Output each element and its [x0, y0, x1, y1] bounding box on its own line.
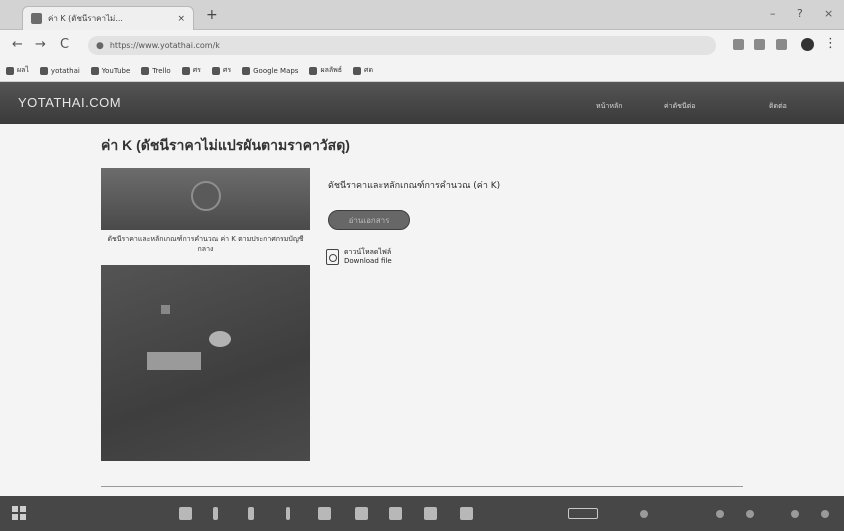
- banner-image: [101, 168, 310, 230]
- maps-icon: [242, 66, 251, 75]
- tab-title: ค่า K (ดัชนีราคาไม่...: [48, 14, 123, 23]
- tab-close-icon[interactable]: ×: [177, 14, 185, 24]
- extensions-icon[interactable]: [776, 39, 787, 50]
- bookmark-item[interactable]: ศร: [211, 65, 231, 76]
- bookmark-item[interactable]: ผลไ: [6, 65, 29, 76]
- url-text: https://www.yotathai.com/k: [109, 41, 220, 50]
- read-document-button[interactable]: อ่านเอกสาร: [328, 210, 410, 230]
- close-window-button[interactable]: ×: [824, 7, 833, 20]
- page-content: ค่า K (ดัชนีราคาไม่แปรผันตามราคาวัสดุ) ด…: [0, 124, 844, 496]
- document-photo: [101, 265, 310, 461]
- tray-icon[interactable]: [746, 510, 754, 518]
- bookmark-item[interactable]: ศร: [181, 65, 201, 76]
- bookmark-icon: [211, 66, 220, 75]
- photo-highlight: [209, 331, 231, 347]
- nav-link-contact[interactable]: ติดต่อ: [769, 101, 787, 112]
- browser-tab[interactable]: ค่า K (ดัชนีราคาไม่... ×: [22, 6, 194, 30]
- nav-link-home[interactable]: หน้าหลัก: [596, 101, 622, 112]
- site-header: YOTATHAI.COM หน้าหลัก ค่าดัชนีต่อ ติดต่อ: [0, 82, 844, 124]
- bookmark-item[interactable]: Google Maps: [242, 66, 298, 75]
- nav-link-index[interactable]: ค่าดัชนีต่อ: [664, 101, 695, 112]
- bookmark-item[interactable]: ผลลัพธ์: [309, 65, 342, 76]
- pdf-file-icon: [326, 249, 339, 265]
- address-bar-row: ← → C ● https://www.yotathai.com/k ⋮: [0, 30, 844, 60]
- lock-icon: ●: [96, 40, 104, 51]
- bookmark-icon: [309, 66, 318, 75]
- bookmark-item[interactable]: Trello: [141, 66, 171, 75]
- translate-icon[interactable]: [733, 39, 744, 50]
- taskbar-app-icon[interactable]: [286, 507, 290, 520]
- minimize-button[interactable]: –: [770, 7, 776, 20]
- taskbar-app-icon[interactable]: [389, 507, 402, 520]
- back-button[interactable]: ←: [12, 37, 23, 52]
- windows-icon: [12, 506, 18, 512]
- download-label: ดาวน์โหลดไฟล์ Download file: [344, 248, 392, 266]
- taskbar: [0, 496, 844, 531]
- trello-icon: [141, 66, 150, 75]
- page-title: ค่า K (ดัชนีราคาไม่แปรผันตามราคาวัสดุ): [101, 137, 350, 153]
- download-link[interactable]: ดาวน์โหลดไฟล์ Download file: [326, 248, 392, 266]
- battery-icon[interactable]: [568, 508, 598, 519]
- start-button[interactable]: [12, 506, 27, 521]
- youtube-icon: [90, 66, 99, 75]
- taskbar-app-icon[interactable]: [248, 507, 254, 520]
- windows-icon: [20, 506, 26, 512]
- profile-avatar[interactable]: [801, 38, 814, 51]
- bookmarks-bar: ผลไ yotathai YouTube Trello ศร ศร Google…: [0, 60, 844, 82]
- browser-menu-icon[interactable]: ⋮: [824, 36, 837, 51]
- address-bar[interactable]: ● https://www.yotathai.com/k: [88, 36, 716, 55]
- emblem-icon: [191, 181, 221, 211]
- notification-icon[interactable]: [821, 510, 829, 518]
- site-logo[interactable]: YOTATHAI.COM: [18, 95, 121, 110]
- windows-icon: [20, 514, 26, 520]
- maximize-button[interactable]: ?: [797, 7, 803, 20]
- image-caption: ดัชนีราคาและหลักเกณฑ์การคำนวณ ค่า K ตามป…: [107, 235, 304, 253]
- taskbar-app-icon[interactable]: [355, 507, 368, 520]
- new-tab-button[interactable]: +: [206, 7, 218, 23]
- tray-icon[interactable]: [716, 510, 724, 518]
- bookmark-icon: [181, 66, 190, 75]
- bookmark-icon: [353, 66, 362, 75]
- forward-button[interactable]: →: [35, 37, 46, 52]
- tab-favicon-icon: [31, 13, 42, 24]
- photo-highlight: [161, 305, 170, 314]
- download-label-th: ดาวน์โหลดไฟล์: [344, 248, 392, 256]
- bookmark-item[interactable]: ศด: [353, 65, 373, 76]
- divider: [101, 486, 743, 487]
- bookmark-icon: [6, 66, 14, 75]
- document-heading: ดัชนีราคาและหลักเกณฑ์การคำนวณ (ค่า K): [328, 181, 501, 191]
- taskbar-app-icon[interactable]: [318, 507, 331, 520]
- bookmark-icon: [39, 66, 48, 75]
- browser-tab-bar: ค่า K (ดัชนีราคาไม่... × + – ? ×: [0, 0, 844, 30]
- photo-highlight: [147, 352, 201, 370]
- taskbar-app-icon[interactable]: [179, 507, 192, 520]
- taskbar-app-icon[interactable]: [213, 507, 218, 520]
- zoom-icon[interactable]: [754, 39, 765, 50]
- download-label-en: Download file: [344, 257, 392, 265]
- tray-icon[interactable]: [640, 510, 648, 518]
- bookmark-item[interactable]: YouTube: [90, 66, 130, 75]
- windows-icon: [12, 514, 18, 520]
- taskbar-app-icon[interactable]: [460, 507, 473, 520]
- reload-button[interactable]: C: [60, 37, 69, 52]
- tray-icon[interactable]: [791, 510, 799, 518]
- taskbar-app-icon[interactable]: [424, 507, 437, 520]
- bookmark-item[interactable]: yotathai: [39, 66, 80, 75]
